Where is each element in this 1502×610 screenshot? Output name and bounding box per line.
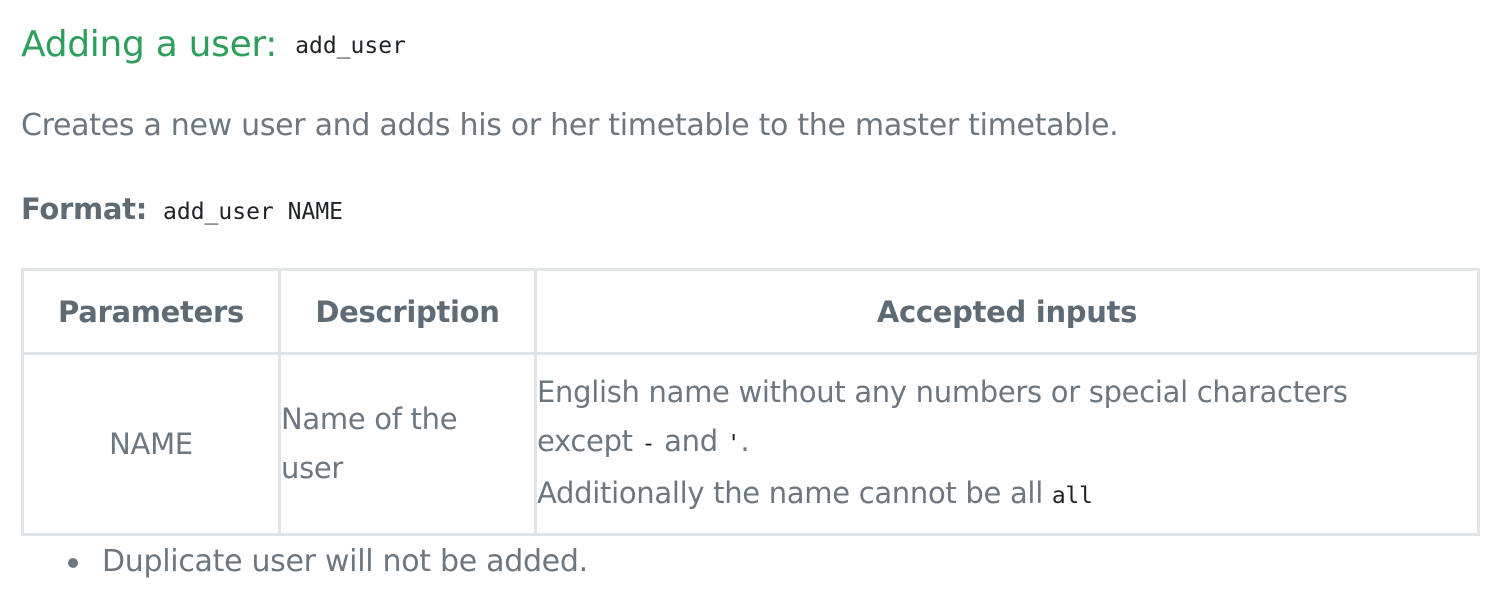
heading-title: Adding a user: (21, 23, 278, 65)
description-line-1: Name of the (281, 402, 458, 436)
format-line: Format: add_user NAME (21, 192, 343, 226)
table-row: NAME Name of the user English name withou… (21, 352, 1480, 536)
accepted-additionally-text: Additionally the name cannot be all (537, 475, 1043, 510)
header-accepted-inputs: Accepted inputs (534, 268, 1480, 355)
bullet-icon (68, 558, 78, 568)
notes-list: Duplicate user will not be added. (21, 538, 588, 586)
header-parameters: Parameters (21, 268, 281, 355)
accepted-quote-code: ' (726, 430, 741, 457)
parameters-table: Parameters Description Accepted inputs N… (21, 268, 1480, 536)
list-item: Duplicate user will not be added. (21, 538, 588, 586)
accepted-except-text: except (537, 423, 633, 458)
accepted-line-1: English name without any numbers or spec… (537, 374, 1348, 409)
table-header-row: Parameters Description Accepted inputs (21, 268, 1480, 355)
format-code: add_user NAME (163, 199, 344, 225)
accepted-dash-code: - (641, 430, 656, 457)
description-cell: Name of the user (278, 352, 537, 536)
header-description: Description (278, 268, 537, 355)
format-label: Format: (21, 192, 148, 226)
accepted-and-text: and (664, 423, 718, 458)
accepted-inputs-cell: English name without any numbers or spec… (534, 352, 1480, 536)
section-heading: Adding a user: add_user (21, 18, 406, 70)
command-description: Creates a new user and adds his or her t… (21, 108, 1119, 143)
parameter-cell: NAME (21, 352, 281, 536)
heading-command-code: add_user (295, 33, 406, 59)
accepted-all-code: all (1051, 482, 1093, 509)
note-text: Duplicate user will not be added. (102, 544, 588, 579)
description-line-2: user (281, 451, 344, 485)
accepted-period: . (740, 423, 750, 458)
